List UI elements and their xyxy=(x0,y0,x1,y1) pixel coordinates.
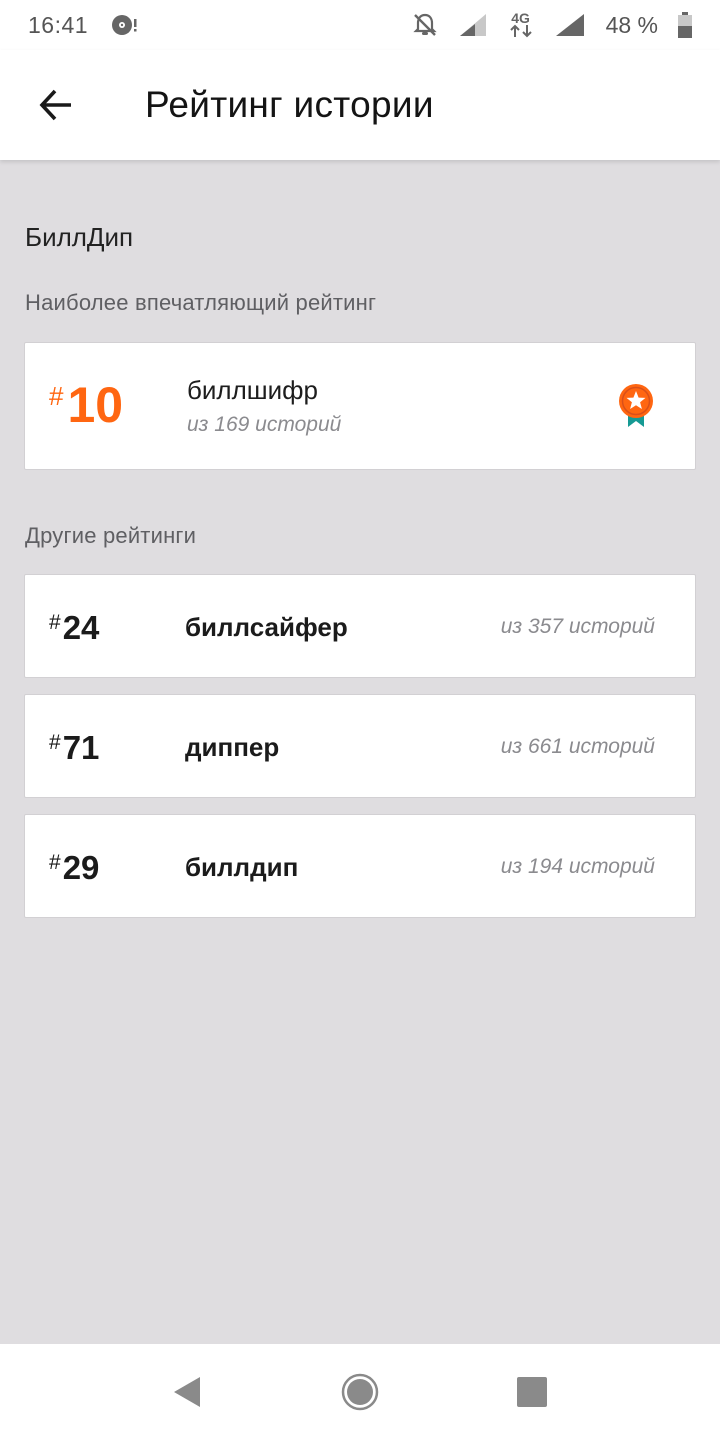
page-title: Рейтинг истории xyxy=(145,84,434,125)
best-ranking-count: из 169 историй xyxy=(187,413,342,436)
best-rank: # 10 xyxy=(49,377,123,433)
rank-hash: # xyxy=(49,611,61,634)
rank-hash: # xyxy=(49,381,64,411)
best-ranking-card[interactable]: # 10 биллшифр из 169 историй xyxy=(24,342,696,470)
rank-number: 24 xyxy=(62,609,100,646)
battery-icon xyxy=(678,12,692,38)
ranking-tag: биллдип xyxy=(185,852,299,882)
signal-icon xyxy=(458,12,488,38)
best-ranking-header: Наиболее впечатляющий рейтинг xyxy=(25,290,377,315)
rank-number: 10 xyxy=(67,377,124,433)
ranking-count: из 357 историй xyxy=(500,615,655,638)
bell-off-icon xyxy=(412,12,438,38)
ranking-tag: биллсайфер xyxy=(185,612,348,642)
ranking-card[interactable]: # 71 диппер из 661 историй xyxy=(24,694,696,798)
nav-back-icon xyxy=(174,1377,200,1407)
ranking-count: из 194 историй xyxy=(500,855,655,878)
back-button[interactable] xyxy=(28,77,84,133)
rank-hash: # xyxy=(49,731,61,754)
story-name: БиллДип xyxy=(25,222,134,252)
signal-full-icon xyxy=(554,12,586,38)
data-4g-icon: 4G xyxy=(508,10,534,38)
nav-back-button[interactable] xyxy=(166,1372,206,1412)
ranking-card[interactable]: # 29 биллдип из 194 историй xyxy=(24,814,696,918)
nav-home-icon xyxy=(341,1373,379,1411)
rank: # 24 xyxy=(49,611,99,645)
system-nav-bar xyxy=(0,1344,720,1440)
rank-number: 29 xyxy=(62,849,100,886)
rank-number: 71 xyxy=(62,729,100,766)
battery-percent: 48 % xyxy=(605,11,658,38)
nav-recents-button[interactable] xyxy=(512,1372,552,1412)
ranking-tag: диппер xyxy=(185,732,280,762)
ranking-card[interactable]: # 24 биллсайфер из 357 историй xyxy=(24,574,696,678)
rank-hash: # xyxy=(49,851,61,874)
disc-notification-icon xyxy=(110,13,138,37)
rank: # 71 xyxy=(49,731,99,765)
app-bar: Рейтинг истории xyxy=(0,50,720,160)
best-ranking-tag: биллшифр xyxy=(187,375,318,405)
nav-home-button[interactable] xyxy=(340,1372,380,1412)
status-time: 16:41 xyxy=(28,11,89,38)
network-type: 4G xyxy=(511,10,530,26)
status-bar: 16:41 4G 48 % xyxy=(0,0,720,50)
award-medal-icon xyxy=(616,383,656,434)
rank: # 29 xyxy=(49,851,99,885)
other-rankings-header: Другие рейтинги xyxy=(25,523,197,548)
ranking-count: из 661 историй xyxy=(500,735,655,758)
nav-recents-icon xyxy=(517,1377,547,1407)
arrow-back-icon xyxy=(39,89,71,121)
